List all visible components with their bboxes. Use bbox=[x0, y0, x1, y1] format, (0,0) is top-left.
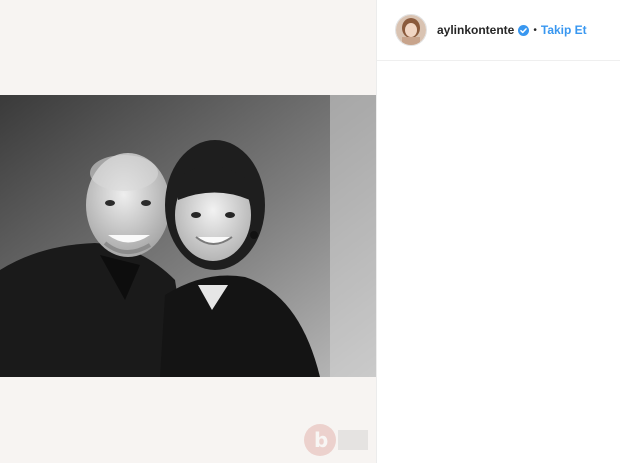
instagram-post: b aylinkontente • Takip Et bbox=[0, 0, 620, 463]
separator-dot: • bbox=[533, 24, 537, 36]
verified-badge-icon bbox=[518, 24, 530, 36]
svg-text:b: b bbox=[314, 428, 328, 452]
post-photo[interactable] bbox=[0, 95, 376, 377]
divider bbox=[376, 0, 377, 463]
username[interactable]: aylinkontente bbox=[437, 23, 514, 37]
follow-button[interactable]: Takip Et bbox=[541, 23, 587, 37]
avatar[interactable] bbox=[395, 14, 427, 46]
selfie-photo bbox=[0, 95, 376, 377]
post-media[interactable]: b bbox=[0, 0, 376, 463]
post-header: aylinkontente • Takip Et bbox=[377, 0, 620, 61]
watermark-logo: b bbox=[300, 418, 370, 458]
